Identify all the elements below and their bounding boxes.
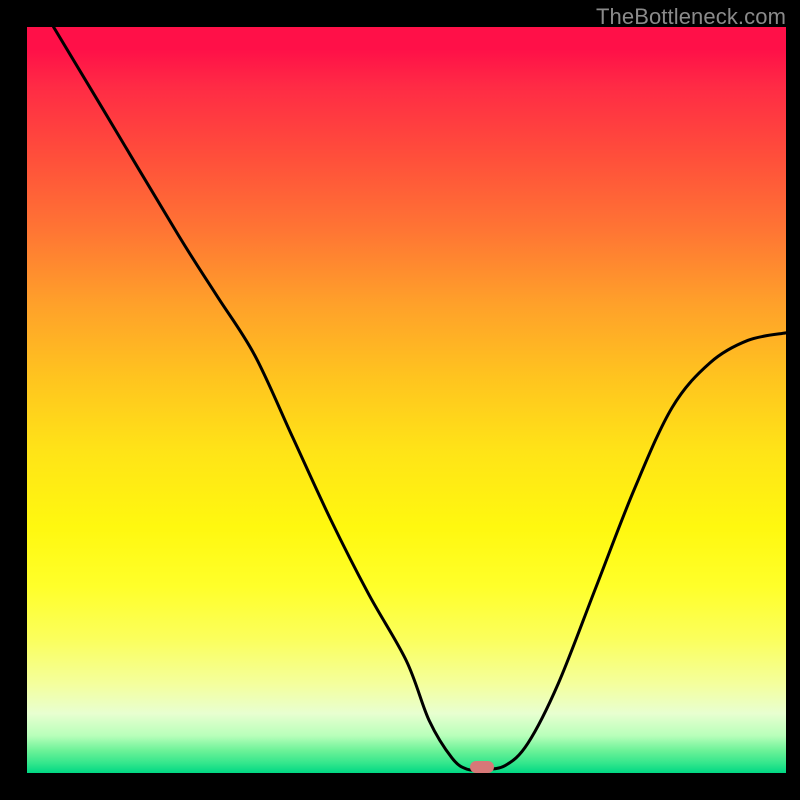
chart-frame: TheBottleneck.com: [0, 0, 800, 800]
optimal-marker: [470, 761, 494, 773]
bottleneck-curve: [54, 27, 786, 770]
plot-area: [27, 27, 786, 773]
watermark-text: TheBottleneck.com: [596, 4, 786, 30]
curve-svg: [27, 27, 786, 773]
